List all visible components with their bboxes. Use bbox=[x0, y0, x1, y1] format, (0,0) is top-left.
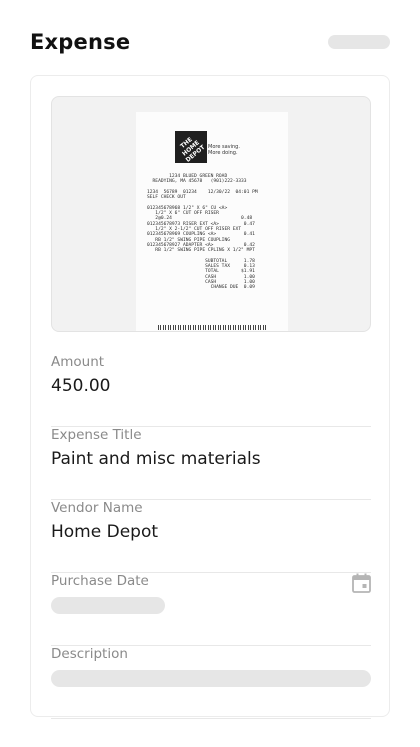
purchase-date-placeholder[interactable] bbox=[51, 597, 165, 614]
description-field[interactable]: Description bbox=[51, 646, 371, 719]
amount-label: Amount bbox=[51, 354, 105, 370]
header: Expense bbox=[30, 30, 390, 58]
vendor-name-label: Vendor Name bbox=[51, 500, 143, 516]
receipt-tagline: More saving. More doing. bbox=[208, 144, 240, 156]
purchase-date-label: Purchase Date bbox=[51, 573, 149, 589]
vendor-name-field[interactable]: Vendor Name Home Depot bbox=[51, 500, 371, 573]
expense-title-label: Expense Title bbox=[51, 427, 142, 443]
receipt-text: 1234 BLUED GREEN ROAD READYING, MA 45678… bbox=[147, 174, 258, 291]
expense-title-field[interactable]: Expense Title Paint and misc materials bbox=[51, 427, 371, 500]
calendar-icon[interactable] bbox=[352, 573, 371, 593]
vendor-name-value[interactable]: Home Depot bbox=[51, 522, 158, 542]
header-action-placeholder bbox=[328, 35, 390, 49]
amount-value[interactable]: 450.00 bbox=[51, 376, 110, 396]
amount-field[interactable]: Amount 450.00 bbox=[51, 354, 371, 427]
logo-wordmark: THE HOME DEPOT bbox=[179, 136, 207, 164]
receipt-image[interactable]: THE HOME DEPOT More saving. More doing. … bbox=[51, 96, 371, 332]
page-title: Expense bbox=[30, 30, 131, 54]
receipt-logo: THE HOME DEPOT More saving. More doing. bbox=[175, 131, 255, 165]
purchase-date-field[interactable]: Purchase Date bbox=[51, 573, 371, 646]
expense-title-value[interactable]: Paint and misc materials bbox=[51, 449, 261, 469]
description-placeholder[interactable] bbox=[51, 670, 371, 687]
description-label: Description bbox=[51, 646, 128, 662]
home-depot-logo: THE HOME DEPOT bbox=[175, 131, 207, 164]
barcode bbox=[158, 325, 268, 330]
receipt-paper: THE HOME DEPOT More saving. More doing. … bbox=[136, 112, 288, 331]
expense-card: THE HOME DEPOT More saving. More doing. … bbox=[30, 75, 390, 719]
